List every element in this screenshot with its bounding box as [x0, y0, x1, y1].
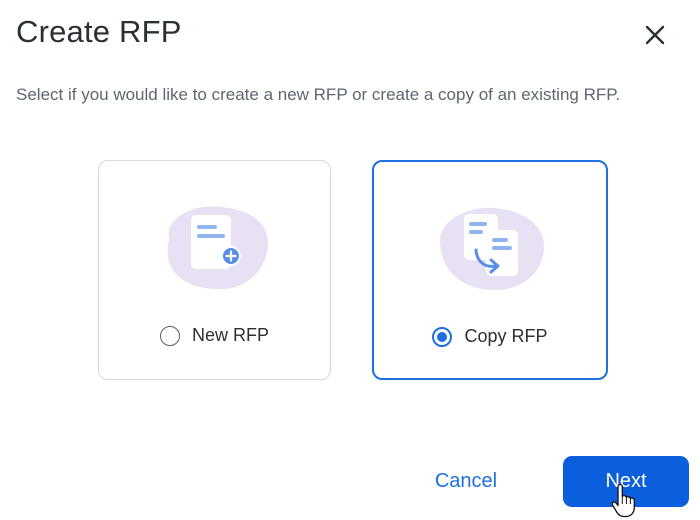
create-rfp-dialog: Create RFP Select if you would like to c… [0, 0, 700, 520]
new-rfp-option-card[interactable]: New RFP [98, 160, 331, 380]
copy-rfp-option-card[interactable]: Copy RFP [372, 160, 608, 380]
copy-rfp-label: Copy RFP [464, 326, 548, 346]
copy-rfp-radio[interactable] [432, 326, 453, 347]
copy-rfp-option-row[interactable]: Copy RFP [374, 326, 606, 347]
dialog-title: Create RFP [16, 14, 182, 49]
close-icon [645, 25, 665, 45]
dialog-subtitle: Select if you would like to create a new… [16, 85, 621, 104]
radio-selected-dot [437, 331, 448, 342]
cancel-button[interactable]: Cancel [418, 458, 514, 504]
new-rfp-label: New RFP [191, 325, 269, 345]
new-document-icon [167, 206, 268, 290]
copy-document-icon [439, 207, 545, 291]
close-button[interactable] [638, 18, 672, 52]
next-button[interactable]: Next [563, 456, 689, 507]
new-rfp-radio[interactable] [159, 325, 180, 346]
new-rfp-option-row[interactable]: New RFP [99, 325, 330, 346]
